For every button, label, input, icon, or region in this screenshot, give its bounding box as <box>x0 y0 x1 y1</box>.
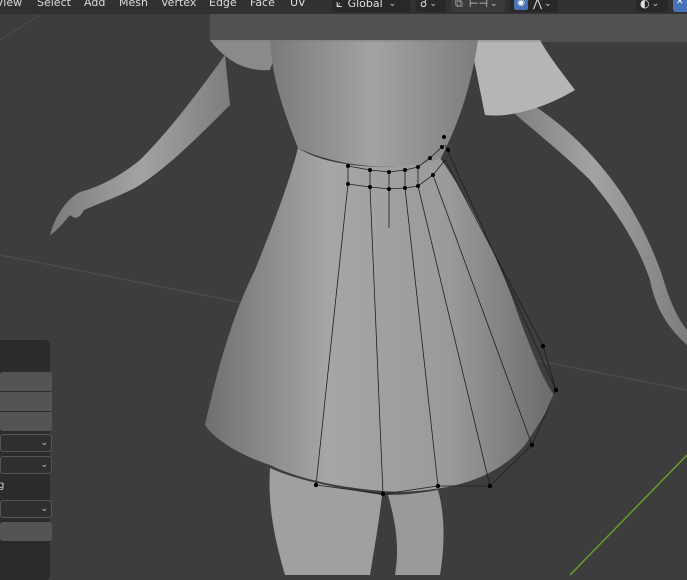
viewport-header: View Select Add Mesh Vertex Edge Face UV… <box>0 0 687 14</box>
proportional-editing-group[interactable]: ◉ ⋀ ⌄ <box>510 0 558 12</box>
chevron-down-icon: ⌄ <box>40 438 48 448</box>
mesh-vertex <box>540 343 546 349</box>
mesh-vertex <box>416 184 420 188</box>
operator-field-2[interactable] <box>0 392 52 411</box>
bodice <box>270 40 478 167</box>
tool-settings-overlay <box>210 14 687 42</box>
pivot-point-dropdown[interactable]: ☌ ⌄ <box>416 0 446 12</box>
chevron-down-icon: ⌄ <box>388 0 397 9</box>
operator-label: g <box>0 480 5 491</box>
navigate-gizmo-button[interactable]: ✕ <box>673 0 687 12</box>
mesh-vertex <box>368 185 372 189</box>
viewport-scene <box>0 14 687 575</box>
menu-vertex[interactable]: Vertex <box>161 0 196 9</box>
adjust-last-operation-panel: ⌄ ⌄ g ⌄ <box>0 340 52 580</box>
chevron-down-icon: ⌄ <box>40 460 48 470</box>
falloff-icon[interactable]: ⋀ <box>533 0 542 10</box>
proportional-editing-icon[interactable]: ◉ <box>514 0 528 10</box>
chevron-down-icon: ⌄ <box>40 504 48 514</box>
mesh-vertex <box>387 187 391 191</box>
mesh-vertex <box>553 387 559 393</box>
menu-view[interactable]: View <box>0 0 22 9</box>
operator-field-1[interactable] <box>0 372 52 391</box>
mesh-vertex <box>380 491 386 497</box>
operator-select-1[interactable]: ⌄ <box>0 434 52 452</box>
operator-field-3[interactable] <box>0 412 52 431</box>
mesh-vertex <box>435 483 441 489</box>
snap-icon: ⧉ <box>455 0 463 10</box>
mesh-vertex <box>529 442 535 448</box>
chevron-down-icon: ⌄ <box>544 0 552 9</box>
mesh-vertex <box>346 182 350 186</box>
transform-orientation-icon: ⟀ <box>336 0 343 10</box>
y-axis-line <box>569 454 687 575</box>
mesh-vertex <box>440 145 444 149</box>
mesh-vertex <box>428 156 432 160</box>
operator-field-4[interactable] <box>0 522 52 541</box>
mesh-vertex <box>416 165 420 169</box>
left-arm <box>50 55 230 235</box>
chevron-down-icon: ⌄ <box>429 0 437 9</box>
mesh-vertex <box>368 168 372 172</box>
right-arm <box>500 95 687 345</box>
grid-line <box>0 14 41 41</box>
operator-select-2[interactable]: ⌄ <box>0 456 52 474</box>
transform-orientation-value: Global <box>347 0 383 10</box>
skirt <box>205 148 555 492</box>
snap-increment-icon: ⊢⊣ <box>468 0 489 10</box>
menu-select[interactable]: Select <box>37 0 71 9</box>
mesh-vertex <box>487 483 493 489</box>
right-leg <box>388 490 444 575</box>
mesh-vertex <box>431 173 435 177</box>
gizmo-icon: ✕ <box>676 0 684 7</box>
mesh-vertex <box>442 135 446 139</box>
mesh-vertex <box>346 164 350 168</box>
pivot-point-icon: ☌ <box>420 0 428 10</box>
menu-edge[interactable]: Edge <box>209 0 237 9</box>
viewport-shading-dropdown[interactable]: ◐ ⌄ <box>636 0 668 12</box>
right-sleeve <box>470 40 575 116</box>
operator-select-3[interactable]: ⌄ <box>0 500 52 518</box>
chevron-down-icon: ⌄ <box>651 0 660 9</box>
snap-group[interactable]: ⧉ ⊢⊣ ⌄ <box>451 0 505 12</box>
3d-viewport[interactable] <box>0 0 687 575</box>
mesh-vertex <box>403 168 407 172</box>
viewport-shading-icon: ◐ <box>640 0 650 10</box>
chevron-down-icon: ⌄ <box>490 0 498 9</box>
menu-face[interactable]: Face <box>250 0 275 9</box>
mesh-vertex <box>387 170 391 174</box>
mesh-vertex <box>313 482 319 488</box>
menu-add[interactable]: Add <box>84 0 105 9</box>
mesh-vertex <box>403 186 407 190</box>
menu-uv[interactable]: UV <box>290 0 306 9</box>
mesh-vertex <box>446 148 450 152</box>
menu-mesh[interactable]: Mesh <box>119 0 148 9</box>
transform-orientation-dropdown[interactable]: ⟀ Global ⌄ <box>332 0 410 12</box>
